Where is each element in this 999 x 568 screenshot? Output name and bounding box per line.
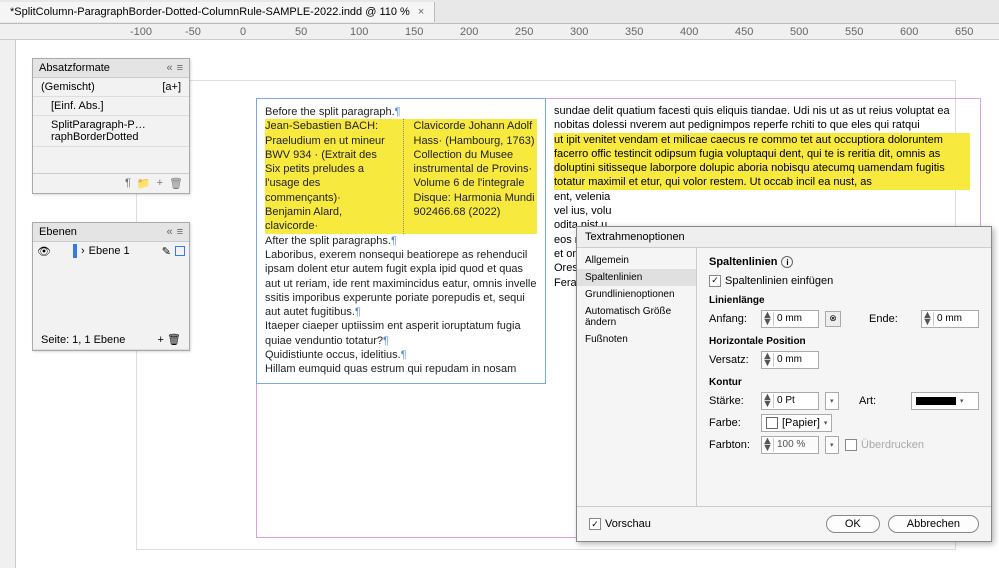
vertical-ruler: [0, 40, 16, 568]
panel-title: Absatzformate: [39, 62, 110, 74]
start-spinner[interactable]: ▲▼: [761, 310, 819, 328]
split-col-1: Jean-Sebastien BACH: Praeludium en ut mi…: [265, 119, 389, 233]
para-after-2: Itaeper ciaeper uptiissim ent asperit io…: [265, 319, 537, 348]
link-icon[interactable]: ⊗: [825, 311, 841, 327]
end-input[interactable]: [934, 313, 978, 324]
layer-color-swatch: [73, 244, 77, 258]
panel-header[interactable]: Ebenen « ≡: [33, 223, 189, 242]
tint-dropdown: ▾: [825, 436, 839, 454]
color-dropdown[interactable]: [Papier]▾: [761, 414, 832, 432]
tint-spinner: ▲▼: [761, 436, 819, 454]
layer-status: Seite: 1, 1 Ebene + 🗑: [33, 330, 189, 350]
para-before: Before the split paragraph.¶: [265, 105, 537, 119]
tint-input: [774, 439, 818, 450]
delete-style-icon[interactable]: 🗑: [169, 177, 183, 190]
layer-name: Ebene 1: [89, 245, 130, 257]
cancel-button[interactable]: Abbrechen: [888, 515, 979, 533]
overprint-checkbox: Überdrucken: [845, 439, 924, 451]
info-icon[interactable]: i: [781, 256, 793, 268]
dialog-nav-item[interactable]: Grundlinienoptionen: [577, 286, 696, 303]
weight-input[interactable]: [774, 395, 818, 406]
tab-title: *SplitColumn-ParagraphBorder-Dotted-Colu…: [10, 6, 410, 18]
layer-target-icon[interactable]: [175, 246, 185, 256]
panel-toolbar: ¶ 📁 + 🗑: [33, 173, 189, 193]
dialog-nav-item[interactable]: Automatisch Größe ändern: [577, 303, 696, 331]
panel-collapse-icon[interactable]: «: [166, 226, 172, 238]
split-columns: Jean-Sebastien BACH: Praeludium en ut mi…: [265, 119, 537, 233]
document-tab-bar: *SplitColumn-ParagraphBorder-Dotted-Colu…: [0, 0, 999, 24]
split-col-2: Clavicorde Johann Adolf Hass· (Hambourg,…: [403, 119, 538, 233]
new-paragraph-icon[interactable]: ¶: [125, 177, 131, 190]
end-spinner[interactable]: ▲▼: [921, 310, 979, 328]
offset-spinner[interactable]: ▲▼: [761, 351, 819, 369]
pen-icon: ✎: [162, 245, 171, 258]
section-stroke: Kontur: [709, 377, 979, 388]
new-folder-icon[interactable]: 📁: [137, 177, 151, 190]
para-after-1: Laboribus, exerem nonsequi beatiorepe as…: [265, 248, 537, 319]
dialog-nav-item[interactable]: Fußnoten: [577, 331, 696, 348]
override-badge: [a+]: [162, 81, 181, 93]
horizontal-ruler: -100-50050100150200250300350400450500550…: [0, 24, 999, 40]
paragraph-styles-panel[interactable]: Absatzformate « ≡ (Gemischt) [a+] [Einf. …: [32, 58, 190, 194]
panel-title: Ebenen: [39, 226, 77, 238]
offset-input[interactable]: [774, 354, 818, 365]
weight-dropdown[interactable]: ▾: [825, 392, 839, 410]
dialog-main: Spaltenlinien i Spaltenlinien einfügen L…: [697, 248, 991, 506]
section-heading: Spaltenlinien: [709, 256, 777, 268]
insert-column-rules-checkbox[interactable]: Spaltenlinien einfügen: [709, 275, 833, 287]
style-item-split[interactable]: SplitParagraph-P…raphBorderDotted: [33, 116, 189, 147]
text-frame-options-dialog: Textrahmenoptionen AllgemeinSpaltenlinie…: [576, 226, 992, 542]
visibility-icon[interactable]: 👁: [37, 245, 51, 258]
right-para-1: sundae delit quatium facesti quis eliqui…: [554, 104, 970, 133]
tint-label: Farbton:: [709, 439, 755, 451]
para-after-4: Hillam eumquid quas estrum qui repudam i…: [265, 362, 537, 376]
start-label: Anfang:: [709, 313, 755, 325]
dialog-nav: AllgemeinSpaltenlinienGrundlinienoptione…: [577, 248, 697, 506]
para-after-title: After the split paragraphs.¶: [265, 234, 537, 248]
close-icon[interactable]: ×: [418, 6, 424, 18]
dialog-nav-item[interactable]: Spaltenlinien: [577, 269, 696, 286]
dialog-title: Textrahmenoptionen: [577, 227, 991, 248]
section-hpos: Horizontale Position: [709, 336, 979, 347]
section-line-length: Linienlänge: [709, 295, 979, 306]
panel-menu-icon[interactable]: ≡: [177, 62, 183, 74]
weight-label: Stärke:: [709, 395, 755, 407]
stroke-type-dropdown[interactable]: ▾: [911, 392, 979, 410]
color-label: Farbe:: [709, 417, 755, 429]
style-item-basic[interactable]: [Einf. Abs.]: [33, 97, 189, 116]
offset-label: Versatz:: [709, 354, 755, 366]
style-mixed-label: (Gemischt): [41, 81, 95, 93]
type-label: Art:: [859, 395, 905, 407]
start-input[interactable]: [774, 313, 818, 324]
weight-spinner[interactable]: ▲▼: [761, 392, 819, 410]
para-after-3: Quidistiunte occus, idelitius.¶: [265, 348, 537, 362]
expand-icon[interactable]: ›: [81, 245, 85, 257]
new-style-icon[interactable]: +: [157, 177, 163, 190]
right-para-highlight: ut ipit venitet vendam et milicae caecus…: [554, 133, 970, 190]
dialog-nav-item[interactable]: Allgemein: [577, 252, 696, 269]
text-frame-left[interactable]: Before the split paragraph.¶ Jean-Sebast…: [256, 98, 546, 384]
style-mixed-row: (Gemischt) [a+]: [33, 78, 189, 97]
panel-menu-icon[interactable]: ≡: [177, 226, 183, 238]
panel-header[interactable]: Absatzformate « ≡: [33, 59, 189, 78]
panel-collapse-icon[interactable]: «: [166, 62, 172, 74]
end-label: Ende:: [869, 313, 915, 325]
document-tab[interactable]: *SplitColumn-ParagraphBorder-Dotted-Colu…: [0, 2, 435, 22]
layer-row[interactable]: 👁 › Ebene 1 ✎: [33, 242, 189, 260]
delete-layer-icon[interactable]: 🗑: [167, 334, 181, 346]
layers-panel[interactable]: Ebenen « ≡ 👁 › Ebene 1 ✎ Seite: 1, 1 Eben…: [32, 222, 190, 351]
new-layer-icon[interactable]: +: [158, 334, 164, 346]
preview-checkbox[interactable]: Vorschau: [589, 518, 651, 530]
ok-button[interactable]: OK: [826, 515, 880, 533]
